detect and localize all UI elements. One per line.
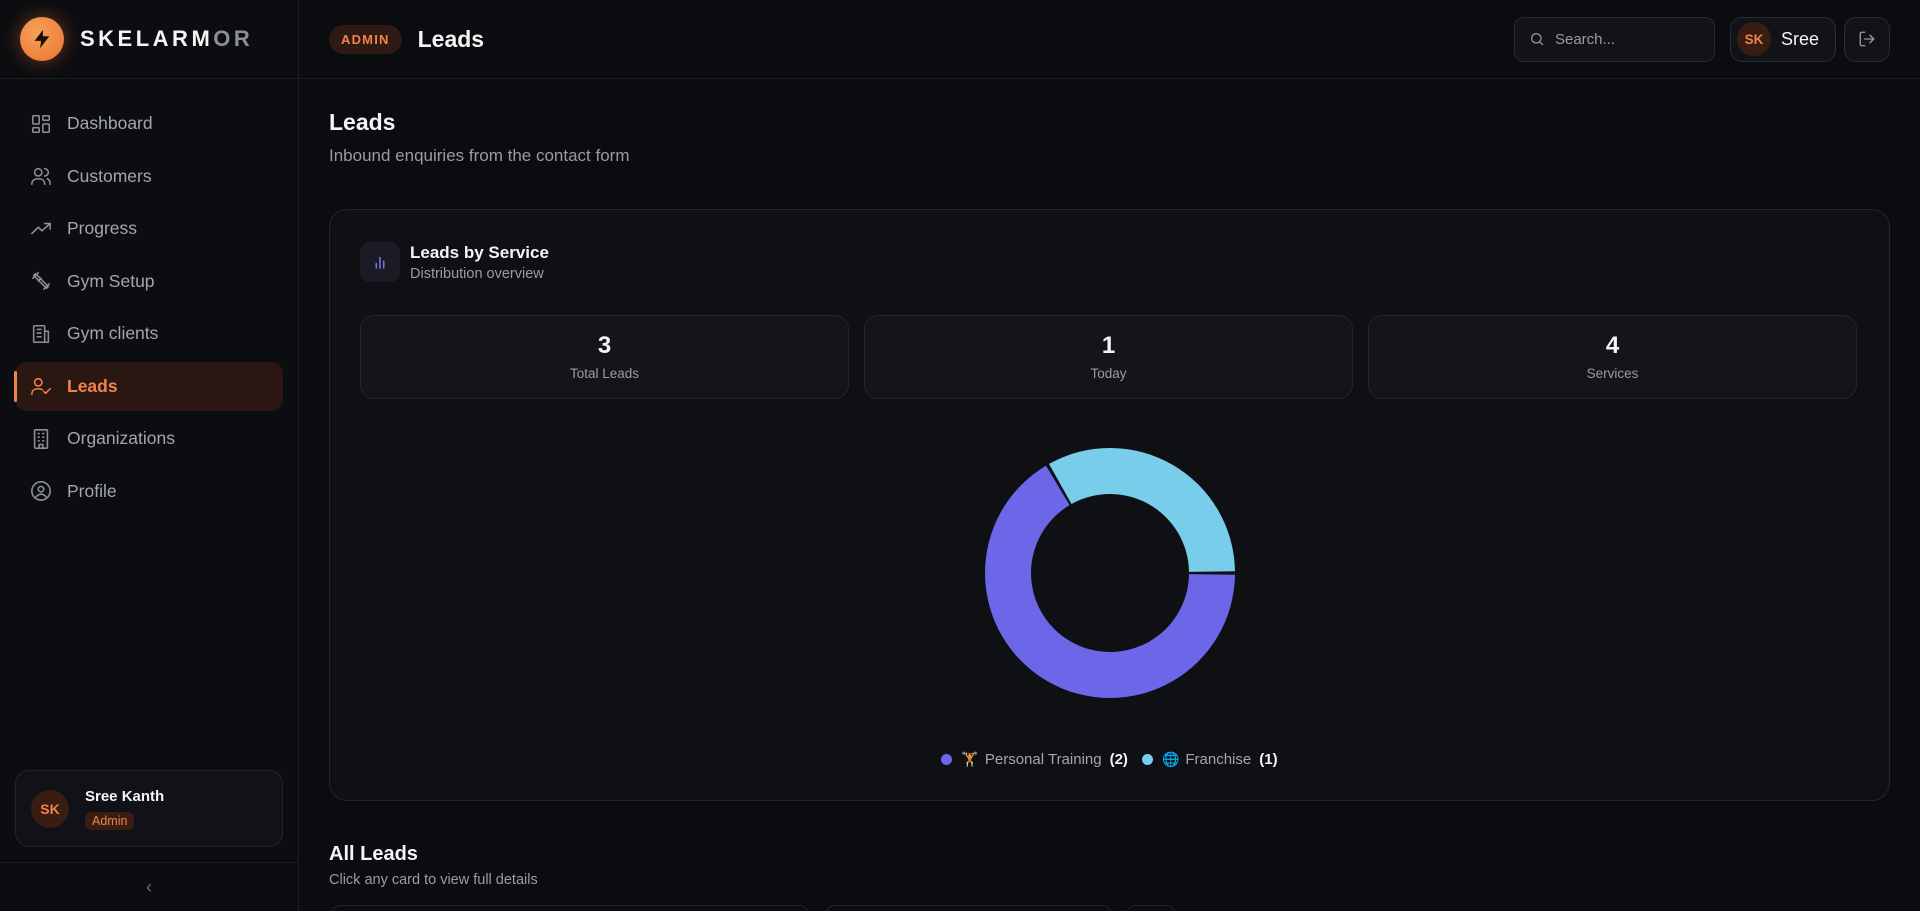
dumbbell-icon bbox=[30, 270, 52, 292]
users-icon bbox=[30, 165, 52, 187]
lightning-logo-icon bbox=[20, 17, 64, 61]
sidebar-item-label: Profile bbox=[67, 480, 117, 501]
stat-value: 1 bbox=[1101, 332, 1116, 359]
main-content: ADMIN Leads SK Sree Leads Inbound enquir… bbox=[299, 0, 1920, 911]
collapse-sidebar-chevron-left-icon[interactable]: ‹ bbox=[146, 877, 152, 898]
lead-card[interactable] bbox=[1126, 905, 1176, 911]
profile-icon bbox=[30, 480, 52, 502]
card-subtitle: Distribution overview bbox=[410, 265, 544, 282]
sidebar-item-label: Leads bbox=[67, 375, 118, 396]
stat-total-leads: 3 Total Leads bbox=[360, 315, 849, 399]
page-title: Leads bbox=[329, 109, 396, 135]
legend-count: (1) bbox=[1259, 751, 1278, 768]
grid-icon bbox=[30, 113, 52, 135]
stat-value: 3 bbox=[597, 332, 612, 359]
avatar: SK bbox=[1736, 22, 1771, 56]
sidebar-item-customers[interactable]: Customers bbox=[15, 152, 283, 201]
page-subtitle: Inbound enquiries from the contact form bbox=[329, 146, 630, 165]
sidebar-user-card[interactable]: SK Sree Kanth Admin bbox=[15, 770, 283, 847]
avatar: SK bbox=[31, 789, 69, 828]
sidebar-item-label: Organizations bbox=[67, 428, 175, 448]
bar-chart-icon bbox=[360, 242, 400, 282]
all-leads-section: All Leads Click any card to view full de… bbox=[329, 843, 538, 888]
sidebar-item-gym-setup[interactable]: Gym Setup bbox=[15, 257, 283, 306]
card-title: Leads by Service bbox=[410, 242, 549, 262]
user-name: Sree Kanth bbox=[85, 787, 165, 805]
stat-value: 4 bbox=[1605, 332, 1620, 359]
trending-up-icon bbox=[30, 218, 52, 240]
globe-emoji-icon: 🌐 bbox=[1161, 751, 1180, 767]
office-icon bbox=[30, 428, 52, 450]
sidebar-item-dashboard[interactable]: Dashboard bbox=[15, 99, 283, 148]
stat-label: Total Leads bbox=[569, 366, 640, 381]
lead-card[interactable] bbox=[331, 905, 809, 911]
sidebar-item-label: Gym Setup bbox=[67, 270, 155, 291]
sidebar-nav: Dashboard Customers Progress Gym Setup G… bbox=[0, 79, 298, 516]
stat-services: 4 Services bbox=[1368, 315, 1857, 399]
sidebar-item-leads[interactable]: Leads bbox=[14, 361, 283, 411]
stat-label: Today bbox=[1090, 366, 1127, 381]
legend-label: Personal Training bbox=[984, 751, 1102, 768]
sidebar: SKELARMOR Dashboard Customers Progress G… bbox=[0, 0, 299, 911]
dumbbell-emoji-icon: 🏋️ bbox=[961, 751, 979, 767]
donut-chart-svg bbox=[984, 448, 1235, 698]
user-chip-name: Sree bbox=[1780, 28, 1819, 49]
legend-count: (2) bbox=[1109, 751, 1128, 768]
brand-name: SKELARMOR bbox=[80, 26, 254, 51]
legend-item-franchise[interactable]: 🌐 Franchise (1) bbox=[1141, 751, 1278, 768]
admin-badge: ADMIN bbox=[329, 24, 402, 54]
sidebar-item-progress[interactable]: Progress bbox=[15, 204, 283, 253]
donut-chart bbox=[330, 443, 1889, 703]
user-menu-button[interactable]: SK Sree bbox=[1729, 16, 1836, 62]
all-leads-subtitle: Click any card to view full details bbox=[329, 872, 538, 888]
sidebar-footer: ‹ bbox=[0, 862, 298, 911]
all-leads-title: All Leads bbox=[329, 843, 418, 865]
search-box[interactable] bbox=[1513, 16, 1715, 62]
donut-slice-1[interactable] bbox=[1048, 448, 1235, 572]
leads-by-service-card: Leads by Service Distribution overview 3… bbox=[329, 209, 1890, 801]
logout-button[interactable] bbox=[1844, 16, 1890, 62]
building-icon bbox=[30, 323, 52, 345]
chart-legend: 🏋️ Personal Training (2) 🌐 Franchise (1) bbox=[330, 751, 1889, 768]
legend-dot bbox=[1141, 754, 1153, 765]
stat-today: 1 Today bbox=[864, 315, 1353, 399]
sidebar-item-label: Gym clients bbox=[67, 323, 159, 343]
search-icon bbox=[1530, 33, 1544, 46]
sidebar-item-label: Customers bbox=[67, 165, 152, 186]
legend-item-personal-training[interactable]: 🏋️ Personal Training (2) bbox=[941, 751, 1128, 768]
user-check-icon bbox=[30, 375, 52, 397]
topbar: ADMIN Leads SK Sree bbox=[299, 0, 1920, 79]
sidebar-item-gym-clients[interactable]: Gym clients bbox=[15, 309, 283, 358]
logout-icon bbox=[1859, 31, 1875, 47]
legend-label: Franchise bbox=[1185, 751, 1252, 768]
sidebar-item-label: Dashboard bbox=[67, 113, 153, 133]
search-input[interactable] bbox=[1554, 30, 1705, 48]
sidebar-item-label: Progress bbox=[67, 218, 138, 238]
brand[interactable]: SKELARMOR bbox=[0, 0, 298, 79]
lead-card[interactable] bbox=[825, 905, 1112, 911]
legend-dot bbox=[941, 754, 953, 765]
topbar-title: Leads bbox=[417, 25, 485, 52]
stat-label: Services bbox=[1586, 366, 1639, 381]
role-badge: Admin bbox=[85, 811, 135, 830]
sidebar-item-organizations[interactable]: Organizations bbox=[15, 414, 283, 463]
sidebar-item-profile[interactable]: Profile bbox=[15, 467, 283, 516]
